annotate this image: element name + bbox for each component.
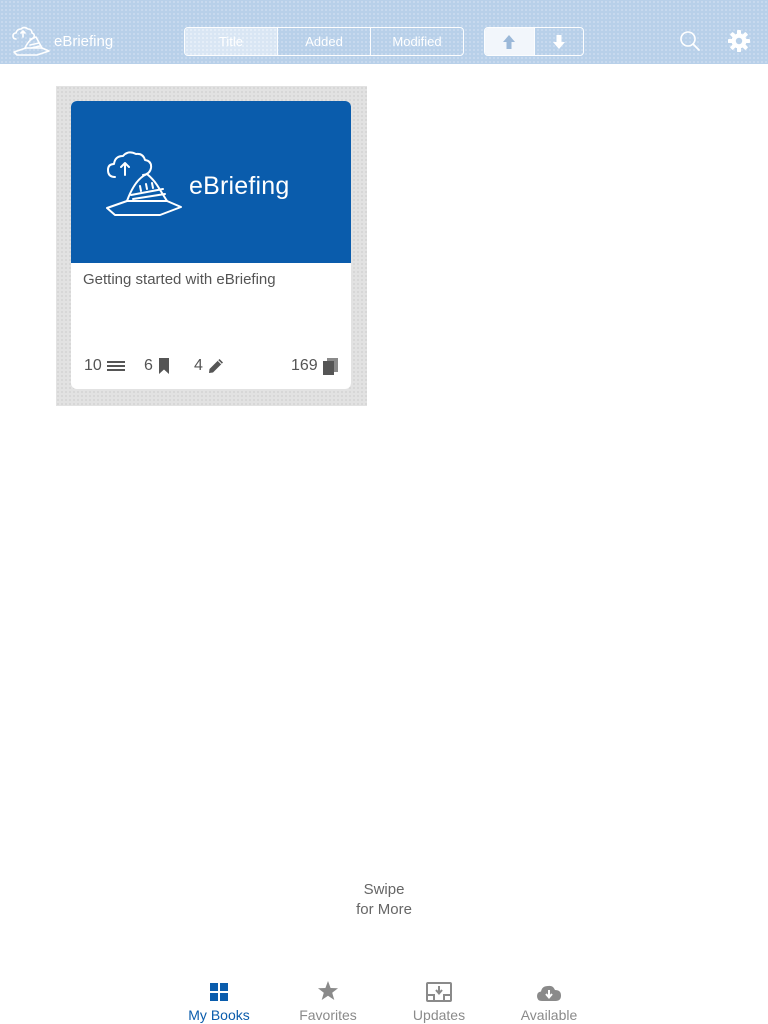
download-tray-icon bbox=[426, 982, 452, 1002]
arrow-down-icon bbox=[552, 34, 565, 49]
star-icon bbox=[318, 981, 338, 1000]
ebriefing-logo-icon bbox=[106, 151, 182, 216]
pages-count: 169 bbox=[291, 356, 338, 376]
book-card[interactable]: eBriefing Getting started with eBriefing… bbox=[71, 101, 351, 389]
notes-count: 4 bbox=[194, 356, 224, 376]
swipe-hint-line2: for More bbox=[356, 901, 412, 918]
tab-updates[interactable]: Updates bbox=[389, 976, 489, 1024]
list-icon bbox=[106, 361, 125, 371]
notes-count-value: 4 bbox=[194, 357, 203, 374]
sort-title-tab[interactable]: Title bbox=[185, 28, 277, 55]
bookmarks-count-value: 6 bbox=[144, 357, 153, 374]
sort-segmented-control: Title Added Modified bbox=[184, 27, 464, 56]
pencil-icon bbox=[208, 359, 223, 373]
bookmark-icon bbox=[158, 358, 169, 374]
search-icon[interactable] bbox=[678, 29, 702, 53]
sort-ascending-button[interactable] bbox=[485, 28, 534, 55]
pages-count-value: 169 bbox=[291, 357, 318, 374]
swipe-hint: Swipe for More bbox=[0, 880, 768, 920]
tab-available[interactable]: Available bbox=[499, 976, 599, 1024]
bottom-tab-bar: My Books Favorites Updates Available bbox=[0, 968, 768, 1024]
cover-title: eBriefing bbox=[189, 172, 290, 200]
book-title: Getting started with eBriefing bbox=[83, 271, 276, 288]
cloud-download-icon bbox=[537, 985, 561, 1001]
sort-added-tab[interactable]: Added bbox=[277, 28, 370, 55]
tab-favorites-label: Favorites bbox=[299, 1007, 357, 1023]
sort-modified-tab[interactable]: Modified bbox=[370, 28, 463, 55]
tab-my-books-label: My Books bbox=[188, 1007, 250, 1023]
bookmarks-count: 6 bbox=[144, 356, 170, 376]
top-navigation-bar: eBriefing Title Added Modified bbox=[0, 0, 768, 64]
tab-available-label: Available bbox=[520, 1007, 578, 1023]
sort-descending-button[interactable] bbox=[533, 28, 584, 55]
grid-icon bbox=[210, 983, 228, 1001]
swipe-hint-line1: Swipe bbox=[363, 881, 405, 898]
pages-icon bbox=[322, 357, 338, 375]
tab-favorites[interactable]: Favorites bbox=[278, 976, 378, 1024]
app-logo-icon bbox=[12, 26, 50, 56]
sort-order-control bbox=[484, 27, 584, 56]
tab-my-books[interactable]: My Books bbox=[169, 976, 269, 1024]
book-cover: eBriefing bbox=[71, 101, 351, 263]
arrow-up-icon bbox=[503, 34, 516, 49]
chapters-count: 10 bbox=[84, 356, 125, 376]
tab-updates-label: Updates bbox=[412, 1007, 466, 1023]
gear-icon[interactable] bbox=[727, 29, 751, 53]
chapters-count-value: 10 bbox=[84, 357, 102, 374]
app-name: eBriefing bbox=[54, 33, 114, 50]
